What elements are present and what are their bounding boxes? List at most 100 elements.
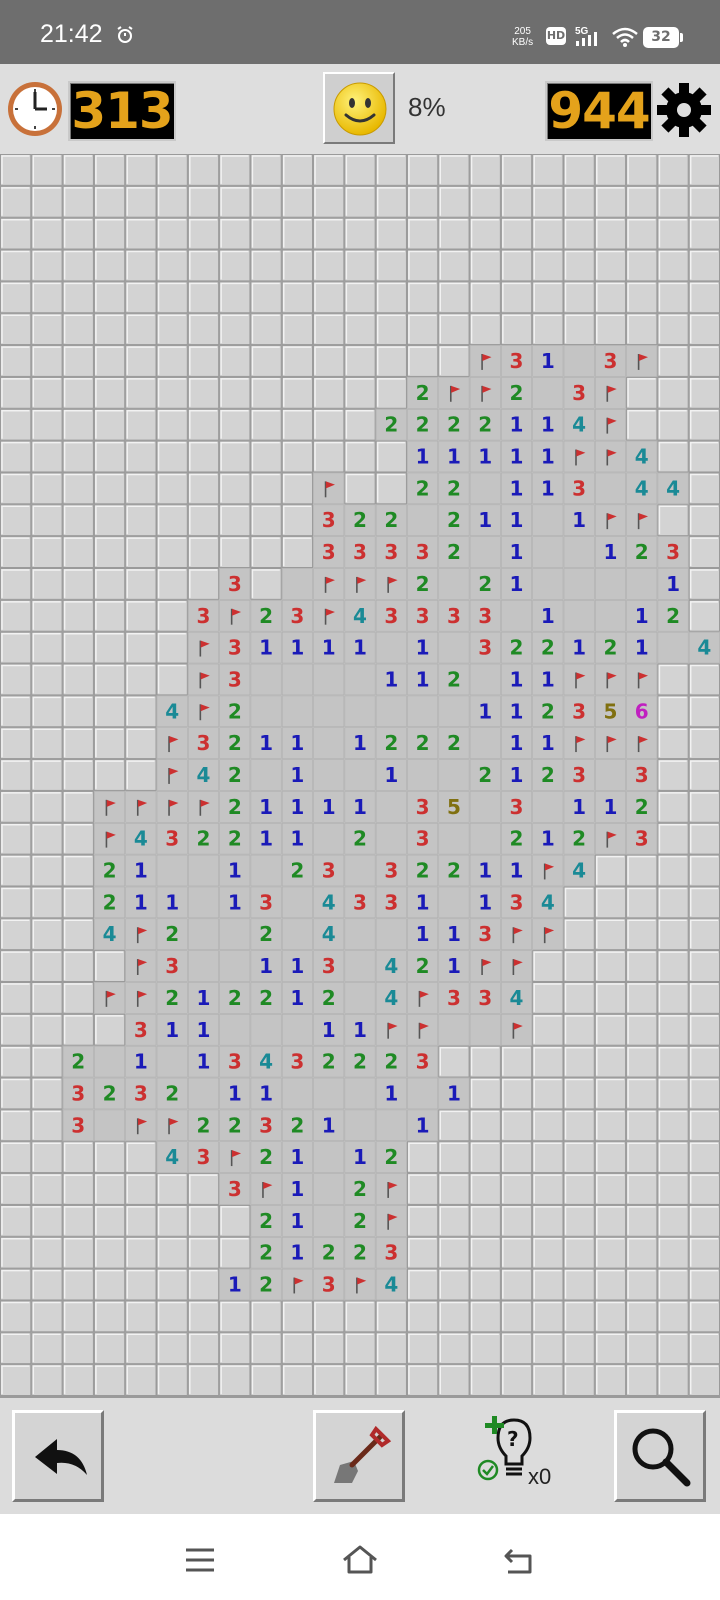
number-cell[interactable]: 2	[250, 1236, 282, 1269]
covered-cell[interactable]	[657, 950, 689, 983]
covered-cell[interactable]	[438, 1268, 470, 1301]
number-cell[interactable]: 2	[219, 822, 251, 855]
empty-cell[interactable]	[501, 600, 532, 632]
covered-cell[interactable]	[344, 185, 376, 218]
flag-cell[interactable]	[532, 918, 564, 950]
flag-cell[interactable]	[219, 600, 251, 632]
number-cell[interactable]: 1	[313, 631, 345, 664]
covered-cell[interactable]	[313, 313, 345, 346]
number-cell[interactable]: 1	[250, 1077, 282, 1110]
number-cell[interactable]: 2	[532, 631, 564, 664]
covered-cell[interactable]	[500, 249, 533, 282]
empty-cell[interactable]	[281, 695, 313, 728]
covered-cell[interactable]	[31, 217, 63, 250]
number-cell[interactable]: 3	[313, 950, 345, 982]
number-cell[interactable]: 4	[94, 918, 126, 950]
empty-cell[interactable]	[156, 854, 188, 887]
number-cell[interactable]: 3	[501, 791, 532, 823]
covered-cell[interactable]	[0, 1268, 32, 1301]
flag-cell[interactable]	[563, 727, 595, 759]
empty-cell[interactable]	[469, 727, 501, 759]
covered-cell[interactable]	[469, 1109, 501, 1142]
number-cell[interactable]: 2	[469, 568, 501, 600]
covered-cell[interactable]	[31, 854, 63, 887]
empty-cell[interactable]	[407, 695, 439, 728]
covered-cell[interactable]	[62, 185, 94, 218]
number-cell[interactable]: 1	[281, 1236, 313, 1269]
covered-cell[interactable]	[657, 376, 689, 409]
covered-cell[interactable]	[281, 376, 314, 409]
empty-cell[interactable]	[469, 791, 501, 823]
empty-cell[interactable]	[344, 1077, 376, 1110]
flag-cell[interactable]	[156, 727, 188, 759]
covered-cell[interactable]	[187, 345, 220, 377]
covered-cell[interactable]	[219, 154, 251, 186]
covered-cell[interactable]	[187, 1236, 220, 1269]
covered-cell[interactable]	[281, 249, 314, 282]
covered-cell[interactable]	[0, 376, 32, 409]
flag-cell[interactable]	[125, 982, 157, 1014]
covered-cell[interactable]	[281, 440, 314, 473]
covered-cell[interactable]	[93, 950, 126, 983]
flag-cell[interactable]	[626, 345, 658, 377]
covered-cell[interactable]	[0, 1141, 32, 1174]
covered-cell[interactable]	[626, 918, 658, 951]
covered-cell[interactable]	[31, 631, 63, 664]
covered-cell[interactable]	[406, 313, 439, 346]
number-cell[interactable]: 1	[375, 1077, 407, 1110]
covered-cell[interactable]	[187, 1204, 220, 1237]
number-cell[interactable]: 2	[219, 759, 251, 791]
covered-cell[interactable]	[594, 1109, 627, 1142]
covered-cell[interactable]	[31, 1204, 63, 1237]
covered-cell[interactable]	[688, 408, 720, 441]
number-cell[interactable]: 2	[219, 1109, 251, 1142]
empty-cell[interactable]	[250, 695, 282, 728]
covered-cell[interactable]	[626, 950, 658, 983]
covered-cell[interactable]	[344, 154, 376, 186]
covered-cell[interactable]	[0, 1077, 32, 1110]
covered-cell[interactable]	[0, 695, 32, 728]
covered-cell[interactable]	[93, 536, 126, 568]
covered-cell[interactable]	[62, 217, 94, 250]
covered-cell[interactable]	[0, 281, 32, 314]
covered-cell[interactable]	[626, 154, 658, 186]
number-cell[interactable]: 1	[281, 727, 313, 759]
covered-cell[interactable]	[187, 568, 220, 600]
covered-cell[interactable]	[688, 1204, 720, 1237]
covered-cell[interactable]	[250, 345, 282, 377]
covered-cell[interactable]	[31, 695, 63, 728]
number-cell[interactable]: 1	[281, 822, 313, 855]
empty-cell[interactable]	[188, 950, 219, 982]
number-cell[interactable]: 1	[501, 568, 532, 600]
covered-cell[interactable]	[0, 663, 32, 696]
covered-cell[interactable]	[62, 631, 94, 664]
covered-cell[interactable]	[250, 408, 282, 441]
covered-cell[interactable]	[563, 1141, 595, 1174]
number-cell[interactable]: 3	[313, 536, 345, 568]
covered-cell[interactable]	[31, 185, 63, 218]
covered-cell[interactable]	[375, 376, 407, 409]
covered-cell[interactable]	[344, 249, 376, 282]
covered-cell[interactable]	[125, 440, 157, 473]
covered-cell[interactable]	[187, 1173, 220, 1205]
zoom-button[interactable]	[614, 1410, 706, 1502]
covered-cell[interactable]	[657, 504, 689, 537]
flag-cell[interactable]	[626, 663, 658, 696]
covered-cell[interactable]	[156, 313, 188, 346]
number-cell[interactable]: 1	[501, 408, 532, 441]
covered-cell[interactable]	[438, 249, 470, 282]
number-cell[interactable]: 2	[407, 854, 439, 887]
covered-cell[interactable]	[156, 599, 188, 632]
number-cell[interactable]: 1	[501, 759, 532, 791]
covered-cell[interactable]	[93, 1141, 126, 1174]
covered-cell[interactable]	[657, 217, 689, 250]
empty-cell[interactable]	[375, 918, 407, 950]
number-cell[interactable]: 1	[469, 854, 501, 887]
flag-cell[interactable]	[94, 822, 126, 855]
empty-cell[interactable]	[250, 854, 282, 887]
covered-cell[interactable]	[500, 217, 533, 250]
covered-cell[interactable]	[125, 568, 157, 600]
number-cell[interactable]: 2	[375, 1045, 407, 1078]
number-cell[interactable]: 3	[438, 982, 470, 1014]
covered-cell[interactable]	[500, 1300, 533, 1333]
